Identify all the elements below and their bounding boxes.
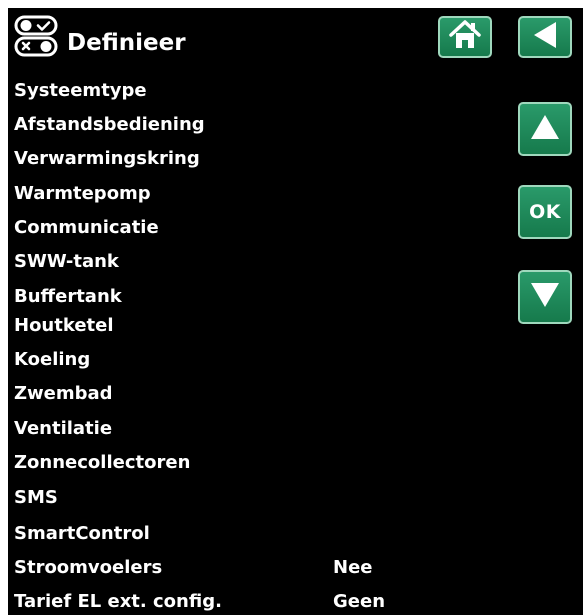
home-button[interactable] [438,16,492,58]
stroomvoelers-value: Nee [333,557,373,578]
home-icon [448,19,482,55]
menu-item-verwarmingskring[interactable]: Verwarmingskring [14,147,200,171]
menu-item-sww-tank[interactable]: SWW-tank [14,250,119,274]
menu-item-afstandsbediening[interactable]: Afstandsbediening [14,113,205,137]
menu-item-houtketel[interactable]: Houtketel [14,314,114,338]
menu-item-communicatie[interactable]: Communicatie [14,216,159,240]
menu-item-zwembad[interactable]: Zwembad [14,382,113,406]
ok-label: OK [529,201,561,223]
settings-toggle-icon [14,14,60,58]
menu-item-systeemtype[interactable]: Systeemtype [14,79,147,103]
menu-item-stroomvoelers[interactable]: Stroomvoelers [14,556,162,580]
tarief-el-ext-config-value: Geen [333,591,386,612]
page-title: Definieer [67,30,186,56]
menu-item-sms[interactable]: SMS [14,486,58,510]
screen: Definieer OK Systeemtype Afstandsbedieni… [8,8,583,615]
scroll-up-button[interactable] [518,102,572,156]
arrow-up-icon [529,113,561,145]
menu-item-ventilatie[interactable]: Ventilatie [14,417,112,441]
back-arrow-icon [530,20,560,54]
scroll-down-button[interactable] [518,270,572,324]
back-button[interactable] [518,16,572,58]
menu-item-buffertank[interactable]: Buffertank [14,285,122,309]
menu-item-warmtepomp[interactable]: Warmtepomp [14,182,151,206]
arrow-down-icon [529,281,561,313]
ok-button[interactable]: OK [518,185,572,239]
menu-item-tarief-el-ext-config[interactable]: Tarief EL ext. config. [14,590,222,614]
menu-item-zonnecollectoren[interactable]: Zonnecollectoren [14,451,190,475]
menu-item-koeling[interactable]: Koeling [14,348,90,372]
menu-item-smartcontrol[interactable]: SmartControl [14,522,150,546]
